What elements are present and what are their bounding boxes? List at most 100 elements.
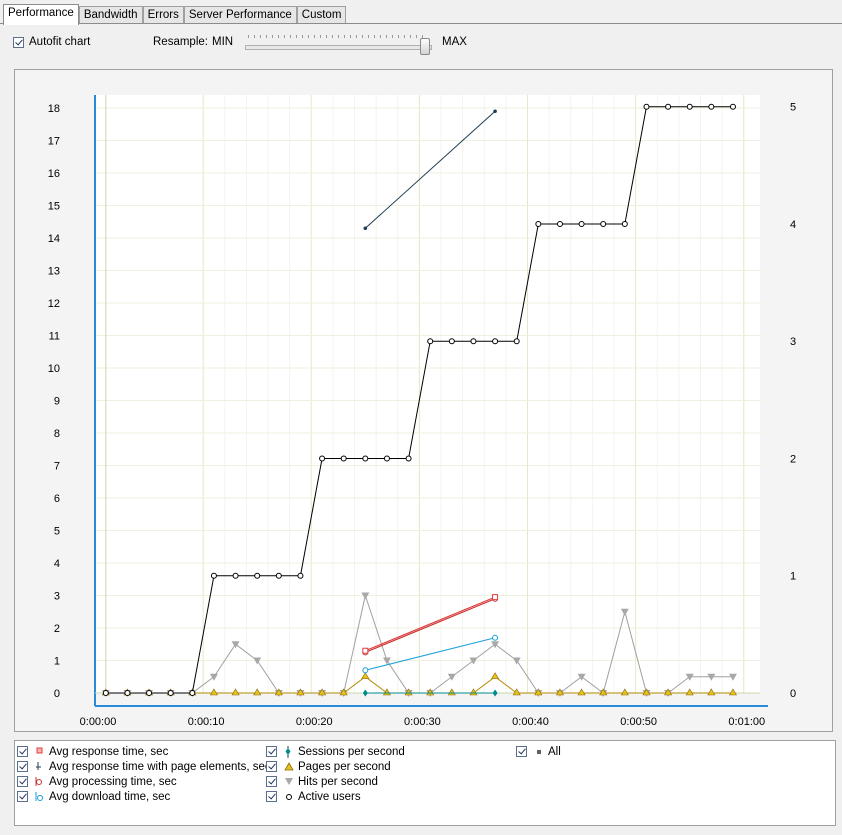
- y-left-tick-label: 15: [48, 201, 60, 213]
- resample-slider-thumb[interactable]: [420, 38, 430, 55]
- data-point: [405, 455, 412, 462]
- dark-cross-icon: [36, 762, 41, 770]
- resample-slider[interactable]: [245, 45, 432, 50]
- y-left-tick-label: 14: [48, 233, 60, 245]
- y-left-tick-label: 9: [54, 396, 60, 408]
- legend-checkbox[interactable]: [266, 746, 277, 757]
- tab-performance[interactable]: Performance: [3, 4, 79, 25]
- chart-panel: 0 1 2 3 4 5 6 7 8 9 10 11 12 13 14 15 16 17 18 0 1 2 3 4 5 0:00:0…: [14, 69, 833, 732]
- legend-label: Hits per second: [298, 776, 378, 788]
- data-point: [427, 338, 434, 345]
- data-point: [362, 647, 369, 654]
- data-point: [167, 690, 174, 696]
- yellow-triangle-icon: [284, 762, 294, 771]
- tab-server-performance[interactable]: Server Performance: [183, 6, 297, 24]
- y-left-tick-label: 2: [54, 623, 60, 635]
- data-point: [363, 226, 368, 231]
- x-tick-label: 0:00:10: [188, 716, 225, 728]
- performance-chart: 01234567891011121314151617180123450:00:0…: [48, 95, 796, 728]
- data-point: [535, 220, 542, 227]
- legend-checkbox[interactable]: [17, 761, 28, 772]
- y-left-tick-label: 11: [49, 331, 60, 343]
- data-point: [492, 594, 499, 601]
- y-right-tick-label: 1: [790, 571, 796, 583]
- data-point: [102, 690, 109, 696]
- data-point: [189, 690, 196, 696]
- legend-label: Avg response time, sec: [49, 746, 169, 758]
- data-point: [319, 455, 326, 462]
- legend-label: All: [548, 746, 561, 758]
- data-point: [513, 338, 520, 345]
- data-point: [275, 572, 282, 579]
- legend-label: Active users: [298, 791, 361, 803]
- data-point: [297, 572, 304, 579]
- resample-max-label: MAX: [442, 36, 467, 48]
- y-right-tick-label: 4: [790, 219, 796, 231]
- data-point: [621, 220, 628, 227]
- teal-diamond-icon: [285, 746, 291, 758]
- legend-checkbox[interactable]: [266, 791, 277, 802]
- red-circle-icon: [35, 777, 42, 786]
- data-point: [448, 338, 455, 345]
- tab-bar: Performance Bandwidth Errors Server Perf…: [3, 4, 347, 25]
- legend-checkbox[interactable]: [17, 776, 28, 787]
- data-point: [362, 455, 369, 462]
- x-tick-label: 0:00:20: [296, 716, 333, 728]
- y-right-tick-label: 5: [790, 102, 796, 114]
- data-point: [556, 220, 563, 227]
- data-point: [470, 338, 477, 345]
- resample-label: Resample:: [153, 36, 208, 48]
- data-point: [686, 103, 693, 110]
- data-point: [232, 572, 239, 579]
- legend-label: Sessions per second: [298, 746, 405, 758]
- data-point: [210, 572, 217, 579]
- legend-checkbox[interactable]: [266, 776, 277, 787]
- x-tick-label: 0:00:40: [512, 716, 549, 728]
- grey-triangle-icon: [285, 778, 293, 785]
- grey-square-icon: [537, 750, 541, 754]
- tab-errors[interactable]: Errors: [142, 6, 184, 24]
- y-left-tick-label: 16: [48, 168, 60, 180]
- chart-legend: Avg response time, sec Avg response time…: [14, 740, 836, 826]
- x-tick-label: 0:00:50: [620, 716, 657, 728]
- x-tick-label: 0:00:00: [80, 716, 117, 728]
- data-point: [729, 103, 736, 110]
- data-point: [665, 103, 672, 110]
- y-left-tick-label: 13: [48, 266, 60, 278]
- legend-checkbox[interactable]: [17, 791, 28, 802]
- y-left-tick-label: 3: [54, 591, 60, 603]
- legend-label: Pages per second: [298, 761, 391, 773]
- y-left-tick-label: 6: [54, 493, 60, 505]
- legend-checkbox[interactable]: [17, 746, 28, 757]
- y-right-tick-label: 3: [790, 336, 796, 348]
- data-point: [578, 220, 585, 227]
- data-point: [493, 109, 497, 114]
- data-point: [492, 338, 499, 345]
- y-left-tick-label: 0: [54, 688, 60, 700]
- autofit-checkbox[interactable]: [13, 37, 24, 48]
- y-left-tick-label: 4: [54, 558, 60, 570]
- tab-bandwidth[interactable]: Bandwidth: [78, 6, 143, 24]
- data-point: [124, 690, 131, 696]
- tab-custom[interactable]: Custom: [296, 6, 347, 24]
- y-left-tick-label: 7: [54, 461, 60, 473]
- data-point: [383, 455, 390, 462]
- y-left-tick-label: 5: [54, 526, 60, 538]
- data-point: [643, 103, 650, 110]
- data-point: [146, 690, 153, 696]
- x-tick-label: 0:00:30: [404, 716, 441, 728]
- legend-label: Avg processing time, sec: [49, 776, 177, 788]
- y-left-tick-label: 18: [48, 103, 60, 115]
- blue-circle-icon: [35, 792, 43, 801]
- red-square-icon: [36, 747, 43, 754]
- data-point: [708, 103, 715, 110]
- legend-label: Avg download time, sec: [49, 791, 171, 803]
- data-point: [340, 455, 347, 462]
- y-right-tick-label: 0: [790, 688, 796, 700]
- y-left-tick-label: 17: [48, 136, 60, 148]
- y-left-tick-label: 12: [48, 298, 60, 310]
- data-point: [254, 572, 261, 579]
- legend-checkbox[interactable]: [266, 761, 277, 772]
- legend-checkbox[interactable]: [516, 746, 527, 757]
- tab-divider: [0, 23, 842, 24]
